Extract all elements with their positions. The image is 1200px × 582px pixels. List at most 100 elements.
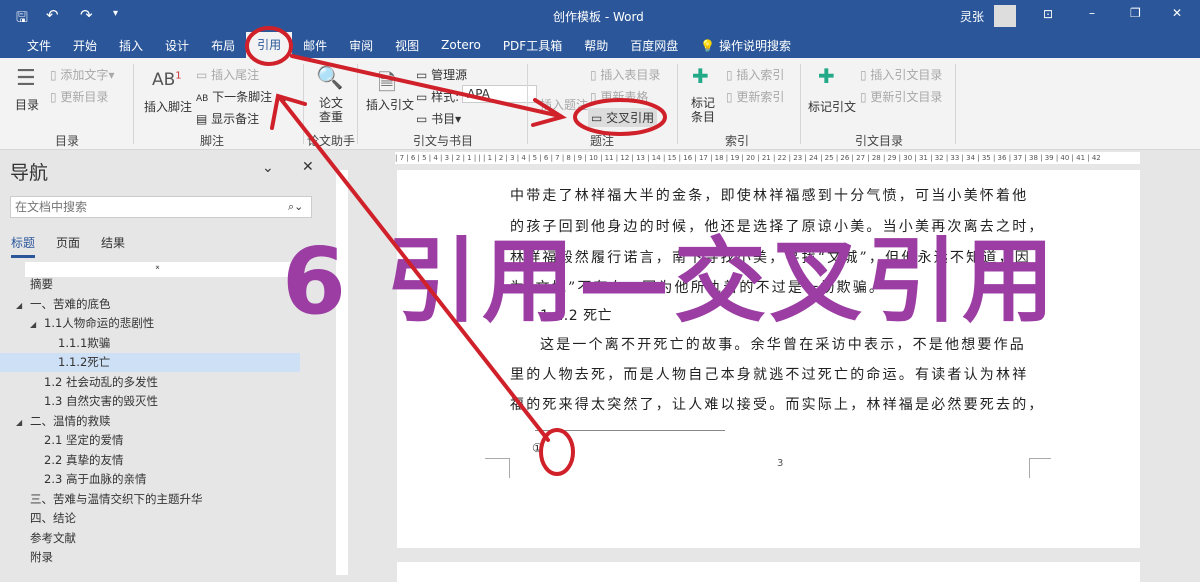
tab-references[interactable]: 引用 (246, 32, 293, 58)
group-label-citations: 引文与书目 (413, 134, 474, 148)
group-label-captions: 题注 (590, 134, 615, 148)
nav-heading-item[interactable]: 四、结论 (0, 509, 300, 528)
mark-entry-button[interactable]: 标记 条目 (691, 96, 715, 124)
window-title: 创作模板 - Word (553, 10, 644, 24)
nav-heading-item[interactable]: 2.2 真挚的友情 (0, 451, 300, 470)
update-table-button[interactable]: ▯ 更新表格 (590, 88, 648, 105)
customize-qat-icon[interactable]: ▾ (113, 8, 118, 19)
undo-icon[interactable]: ↶ (46, 6, 59, 24)
nav-heading-item[interactable]: 1.1.2死亡 (0, 353, 300, 372)
ribbon-references: ☰ 目录 ▯ 添加文字▾ ▯ 更新目录 目录 AB1 插入脚注 ▭ 插入尾注 A… (0, 58, 1200, 150)
body-line: 福的死来得太突然了，让人难以接受。而实际上，林祥福是必然要死去的， (510, 397, 1045, 413)
nav-heading-item[interactable]: 1.2 社会动乱的多发性 (0, 373, 300, 392)
group-label-index: 索引 (725, 134, 750, 148)
navigation-pane: 导航 ⌄ ✕ ⌕⌄ 标题 页面 结果 ⌅ 摘要◢一、苦难的底色◢1.1人物命运的… (0, 150, 330, 575)
update-toa-button[interactable]: ▯ 更新引文目录 (860, 88, 942, 105)
insert-footnote-button[interactable]: 插入脚注 (144, 98, 192, 115)
nav-heading-item[interactable]: 三、苦难与温情交织下的主题升华 (0, 490, 300, 509)
nav-heading-label: 三、苦难与温情交织下的主题升华 (30, 491, 203, 506)
footnote-separator (535, 430, 725, 431)
mark-citation-icon: ✚ (818, 64, 835, 88)
cross-reference-button[interactable]: ▭ 交叉引用 (588, 108, 658, 127)
search-icon[interactable]: ⌕⌄ (288, 200, 303, 214)
nav-heading-label: 1.1人物命运的悲剧性 (44, 316, 155, 330)
collapse-triangle-icon[interactable]: ◢ (30, 315, 36, 334)
paper-check-button[interactable]: 论文 查重 (319, 96, 343, 124)
nav-heading-label: 二、温情的救赎 (30, 413, 111, 428)
horizontal-ruler[interactable]: | 7 | 6 | 5 | 4 | 3 | 2 | 1 | | | 1 | 2 … (395, 152, 1140, 164)
tab-mailings[interactable]: 邮件 (292, 37, 338, 54)
nav-heading-label: 摘要 (30, 277, 53, 291)
nav-heading-label: 2.2 真挚的友情 (44, 452, 124, 467)
margin-mark (485, 458, 510, 478)
collapse-triangle-icon[interactable]: ◢ (16, 413, 22, 432)
footnote-mark[interactable]: ① (532, 441, 543, 455)
restore-icon[interactable]: ❐ (1130, 6, 1141, 20)
tab-file[interactable]: 文件 (16, 37, 62, 54)
tab-insert[interactable]: 插入 (108, 37, 154, 54)
nav-title: 导航 (10, 162, 49, 184)
insert-citation-button[interactable]: 插入引文 (366, 96, 414, 113)
update-toc-button[interactable]: ▯ 更新目录 (50, 88, 108, 105)
document-page-next[interactable] (397, 562, 1140, 582)
save-icon[interactable]: 🖫 (16, 7, 28, 31)
nav-heading-label: 附录 (30, 550, 53, 564)
tab-baidu-netdisk[interactable]: 百度网盘 (619, 37, 689, 54)
avatar[interactable] (994, 5, 1016, 27)
nav-heading-item[interactable]: ◢ 二、温情的救赎 (0, 412, 300, 431)
nav-heading-label: 2.3 高于血脉的亲情 (44, 472, 147, 486)
tab-zotero[interactable]: Zotero (430, 38, 492, 52)
manage-sources-button[interactable]: ▭ 管理源 (416, 66, 467, 83)
tab-review[interactable]: 审阅 (338, 37, 384, 54)
close-icon[interactable]: ✕ (1172, 6, 1182, 20)
lightbulb-icon: 💡 (700, 38, 716, 53)
nav-heading-item[interactable]: 参考文献 (0, 529, 300, 548)
show-notes-button[interactable]: ▤ 显示备注 (196, 110, 259, 127)
nav-options-icon[interactable]: ⌄ (262, 160, 274, 176)
tab-design[interactable]: 设计 (154, 37, 200, 54)
nav-tab-pages[interactable]: 页面 (56, 234, 80, 251)
ribbon-tabs: 文件 开始 插入 设计 布局 引用 邮件 审阅 视图 Zotero PDF工具箱… (0, 32, 1200, 58)
nav-heading-item[interactable]: 2.1 坚定的爱情 (0, 431, 300, 450)
nav-heading-item[interactable]: 1.1.1欺骗 (0, 334, 300, 353)
toc-button[interactable]: 目录 (15, 96, 39, 113)
nav-tab-headings[interactable]: 标题 (11, 234, 36, 258)
user-name[interactable]: 灵张 (960, 8, 984, 25)
minimize-icon[interactable]: – (1089, 6, 1095, 20)
update-index-button[interactable]: ▯ 更新索引 (726, 88, 784, 105)
tell-me-search[interactable]: 💡 操作说明搜索 (689, 37, 802, 54)
tab-help[interactable]: 帮助 (573, 37, 619, 54)
nav-heading-item[interactable]: 1.3 自然灾害的毁灭性 (0, 392, 300, 411)
nav-heading-item[interactable]: ◢ 一、苦难的底色 (0, 295, 300, 314)
tab-view[interactable]: 视图 (384, 37, 430, 54)
insert-toa-button[interactable]: ▯ 插入引文目录 (860, 66, 942, 83)
insert-table-of-figures-button[interactable]: ▯ 插入表目录 (590, 66, 660, 83)
tab-home[interactable]: 开始 (62, 37, 108, 54)
insert-index-button[interactable]: ▯ 插入索引 (726, 66, 784, 83)
nav-heading-item[interactable]: 附录 (0, 548, 300, 567)
redo-icon[interactable]: ↷ (80, 6, 93, 24)
insert-endnote-button[interactable]: ▭ 插入尾注 (196, 66, 259, 83)
mark-citation-button[interactable]: 标记引文 (808, 98, 856, 115)
nav-close-icon[interactable]: ✕ (302, 159, 314, 175)
nav-heading-label: 参考文献 (30, 530, 76, 545)
tab-layout[interactable]: 布局 (200, 37, 246, 54)
add-text-button[interactable]: ▯ 添加文字▾ (50, 66, 114, 83)
body-line: 里的人物去死，而是人物自己本身就逃不过死亡的命运。有读者认为林祥 (510, 367, 1029, 383)
title-bar: 🖫 ↶ ↷ ▾ 创作模板 - Word 灵张 ⊡ – ❐ ✕ (0, 0, 1200, 32)
tab-pdf-tools[interactable]: PDF工具箱 (492, 37, 573, 54)
nav-heading-item[interactable]: ◢ 1.1人物命运的悲剧性 (0, 314, 300, 333)
nav-heading-item[interactable]: 2.3 高于血脉的亲情 (0, 470, 300, 489)
nav-heading-label: 四、结论 (30, 511, 76, 525)
ribbon-display-icon[interactable]: ⊡ (1043, 7, 1053, 21)
group-label-toc: 目录 (55, 134, 80, 148)
next-footnote-button[interactable]: AB 下一条脚注 ⌄ (196, 88, 290, 105)
nav-search-input[interactable] (10, 196, 312, 218)
bibliography-button[interactable]: ▭ 书目▾ (416, 110, 461, 127)
collapse-triangle-icon[interactable]: ◢ (16, 296, 22, 315)
insert-caption-button[interactable]: 插入题注 (540, 96, 588, 113)
nav-heading-item[interactable]: 摘要 (0, 275, 300, 294)
citation-style-select[interactable]: APA (462, 85, 537, 103)
nav-tab-results[interactable]: 结果 (101, 234, 125, 251)
insert-footnote-icon: AB1 (152, 70, 182, 90)
